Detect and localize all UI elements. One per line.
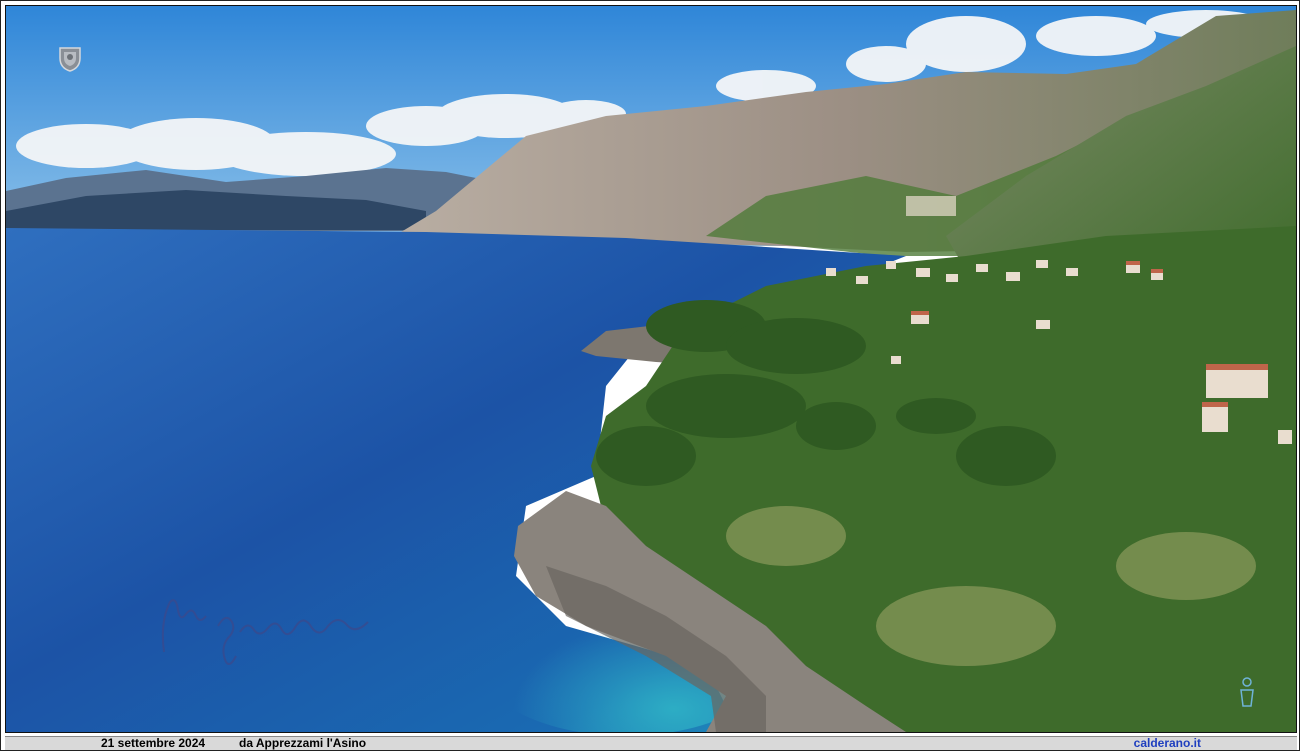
handwritten-signature: [161, 599, 369, 665]
site-link[interactable]: calderano.it: [1134, 737, 1201, 750]
coastal-aerial-photo: [5, 5, 1297, 733]
small-figure-watermark-icon: [1240, 677, 1254, 707]
coat-of-arms-icon: [59, 47, 81, 72]
caption-bar: 21 settembre 2024 da Apprezzami l'Asino …: [5, 736, 1297, 750]
caption-date: 21 settembre 2024: [101, 736, 206, 750]
photo-frame: 21 settembre 2024 da Apprezzami l'Asino …: [0, 0, 1300, 751]
caption-source: da Apprezzami l'Asino: [239, 736, 367, 750]
